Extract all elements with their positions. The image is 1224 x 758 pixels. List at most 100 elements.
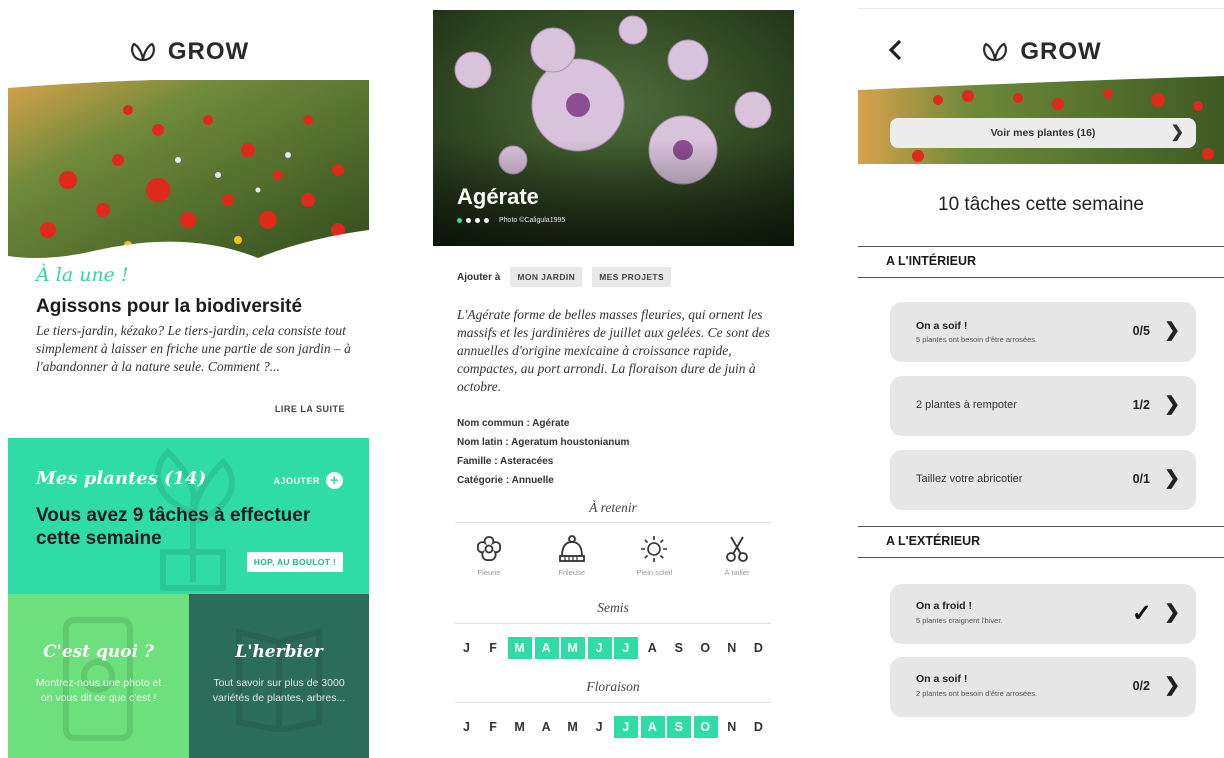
carousel-dot[interactable] [484, 218, 489, 223]
task-item-watering-outdoor[interactable]: On a soif ! 2 plantes ont besoin d'être … [890, 657, 1196, 717]
month-cell: J [614, 637, 639, 659]
retain-section-title: À retenir [589, 500, 637, 515]
herbarium-tile[interactable]: L'herbier Tout savoir sur plus de 3000 v… [189, 594, 369, 758]
month-cell: M [561, 637, 586, 659]
plant-photo[interactable]: Agérate Photo ©Caligula1995 [433, 10, 794, 246]
attribute-pruning: À tailler [703, 534, 771, 577]
divider [455, 702, 771, 703]
chevron-right-icon: ❯ [1164, 394, 1180, 415]
top-divider [858, 8, 1224, 9]
carousel-dot[interactable] [466, 218, 471, 223]
month-cell: M [508, 637, 533, 659]
weekly-tasks-text: Vous avez 9 tâches à effectuer cette sem… [36, 505, 311, 549]
plus-icon: + [326, 472, 343, 489]
month-cell: J [463, 720, 471, 734]
herbarium-text: Tout savoir sur plus de 3000 variétés de… [212, 677, 346, 704]
task-item-frost-protection[interactable]: On a froid ! 5 plantes craignent l'hiver… [890, 584, 1196, 644]
go-to-tasks-button[interactable]: HOP, AU BOULOT ! [246, 552, 343, 572]
attribute-frost-sensitive: Frileuse [538, 534, 606, 577]
check-icon: ✓ [1131, 600, 1152, 627]
sun-icon [641, 536, 668, 562]
attribute-label: Plein soleil [636, 568, 673, 577]
weekly-task-count: 10 tâches cette semaine [938, 194, 1144, 215]
month-cell: M [514, 720, 526, 734]
carousel-dot[interactable] [475, 218, 480, 223]
bloom-section-title: Floraison [586, 679, 640, 694]
divider [455, 522, 771, 523]
month-cell: N [727, 641, 738, 655]
add-to-row: Ajouter à MON JARDIN MES PROJETS [457, 267, 672, 287]
month-cell: F [489, 720, 498, 734]
attribute-label: Frileuse [558, 568, 585, 577]
photo-credit: Photo ©Caligula1995 [499, 217, 566, 224]
section-indoor: A L'INTÉRIEUR [858, 246, 1224, 278]
scissors-icon [726, 536, 748, 562]
task-progress: 0/1 [1132, 472, 1150, 486]
month-cell: J [595, 720, 604, 734]
task-progress: 0/2 [1132, 679, 1150, 693]
task-subtitle: 5 plantes ont besoin d'être arrosées. [916, 335, 1038, 344]
month-cell: D [753, 720, 764, 734]
plant-description: L'Agérate forme de belles masses fleurie… [457, 307, 770, 394]
month-cell: S [674, 641, 684, 655]
month-cell: M [567, 720, 579, 734]
app-header: GROW [8, 38, 369, 66]
add-plant-label: AJOUTER [273, 475, 320, 486]
book-leaf-icon [236, 628, 322, 732]
month-cell: F [489, 641, 498, 655]
my-plants-card[interactable]: Mes plantes (14) AJOUTER + Vous avez 9 t… [8, 438, 369, 594]
article-excerpt: Le tiers-jardin, kézako? Le tiers-jardin… [36, 323, 351, 374]
herbarium-title: L'herbier [235, 642, 323, 662]
add-plant-button[interactable]: AJOUTER + [273, 472, 343, 489]
chevron-right-icon: ❯ [1170, 124, 1184, 141]
fact-category: Catégorie : Annuelle [457, 475, 554, 486]
my-projects-button[interactable]: MES PROJETS [592, 267, 672, 287]
attribute-label: Fleurie [477, 568, 501, 577]
plant-attributes: Fleurie Frileuse Plein soleil À tailler [455, 534, 771, 577]
month-cell: D [753, 641, 764, 655]
identify-text: Montrez-nous une photo et on vous dit ce… [35, 677, 162, 704]
attribute-flowering: Fleurie [455, 534, 523, 577]
home-screen: GROW À la une ! Agissons pour la biodive… [8, 0, 369, 758]
identify-title: C'est quoi ? [43, 642, 154, 662]
featured-article-image[interactable] [8, 80, 369, 270]
fact-common-name: Nom commun : Agérate [457, 418, 570, 429]
task-title: On a soif ! [916, 320, 968, 332]
month-cell: O [693, 716, 718, 738]
plant-facts: Nom commun : Agérate Nom latin : Ageratu… [457, 414, 629, 490]
chevron-right-icon: ❯ [1164, 602, 1180, 623]
app-header: GROW [858, 38, 1224, 66]
task-title: Taillez votre abricotier [916, 473, 1023, 485]
plant-identify-tile[interactable]: C'est quoi ? Montrez-nous une photo et o… [8, 594, 189, 758]
task-item-watering-indoor[interactable]: On a soif ! 5 plantes ont besoin d'être … [890, 302, 1196, 362]
section-outdoor: A L'EXTÉRIEUR [858, 526, 1224, 558]
add-to-label: Ajouter à [457, 271, 501, 283]
plant-detail-screen: Agérate Photo ©Caligula1995 Ajouter à MO… [433, 0, 794, 758]
sowing-months-row: JFMAMJJASOND [455, 637, 771, 659]
task-title: 2 plantes à rempoter [916, 399, 1017, 411]
flower-icon [476, 536, 502, 562]
attribute-full-sun: Plein soleil [620, 534, 688, 577]
fact-latin-name: Nom latin : Ageratum houstonianum [457, 437, 630, 448]
task-progress: 0/5 [1132, 324, 1150, 338]
chevron-right-icon: ❯ [1164, 675, 1180, 696]
my-garden-button[interactable]: MON JARDIN [510, 267, 583, 287]
task-title: On a soif ! [916, 673, 968, 685]
article-title[interactable]: Agissons pour la biodiversité [36, 296, 302, 318]
task-item-prune-apricot[interactable]: Taillez votre abricotier 0/1 ❯ [890, 450, 1196, 510]
read-more-link[interactable]: LIRE LA SUITE [275, 404, 345, 414]
photo-carousel-indicator[interactable]: Photo ©Caligula1995 [457, 217, 565, 224]
beanie-icon [558, 535, 585, 562]
month-cell: J [587, 637, 612, 659]
carousel-dot[interactable] [457, 218, 462, 223]
sowing-section-title: Semis [597, 600, 629, 615]
task-title: On a froid ! [916, 600, 972, 612]
month-cell: J [463, 641, 471, 655]
divider [455, 623, 771, 624]
view-my-plants-button[interactable]: Voir mes plantes (16) ❯ [890, 118, 1196, 148]
brand-name: GROW [1020, 38, 1102, 65]
task-item-repot[interactable]: 2 plantes à rempoter 1/2 ❯ [890, 376, 1196, 436]
my-plants-title: Mes plantes (14) [36, 468, 207, 489]
month-cell: O [700, 641, 712, 655]
task-subtitle: 2 plantes ont besoin d'être arrosées. [916, 689, 1038, 698]
